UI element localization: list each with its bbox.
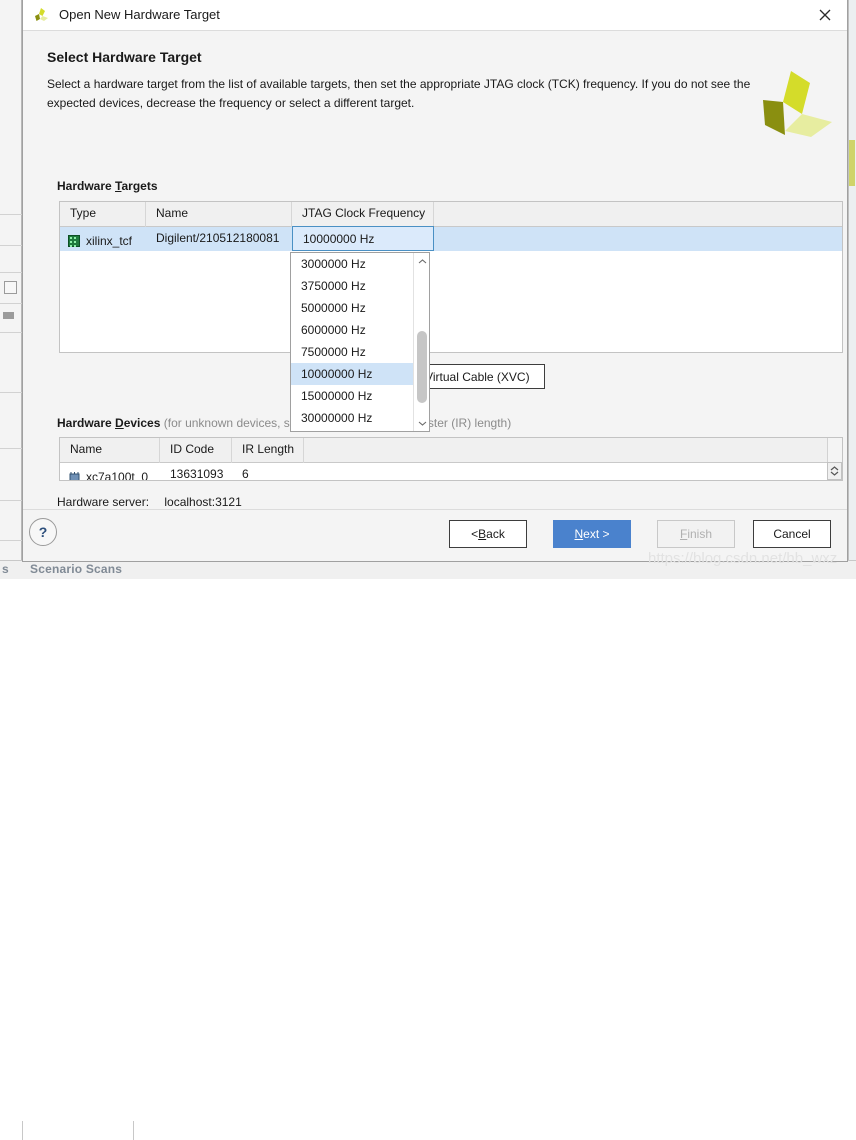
back-prefix: < (471, 527, 478, 541)
page-title: Select Hardware Target (47, 49, 202, 65)
close-icon[interactable] (803, 0, 847, 30)
devices-label-prefix: Hardware (57, 416, 115, 430)
background-icon-bar (3, 312, 14, 319)
scroll-down-icon[interactable] (414, 415, 430, 431)
dropdown-option-list: 3000000 Hz 3750000 Hz 5000000 Hz 6000000… (291, 253, 415, 429)
targets-col-filler (434, 202, 842, 227)
dropdown-option-selected[interactable]: 10000000 Hz (291, 363, 415, 385)
background-tab-bar (0, 560, 856, 579)
back-button[interactable]: < Back (449, 520, 527, 548)
help-button[interactable]: ? (29, 518, 57, 546)
hardware-server-label: Hardware server: (57, 495, 149, 509)
devices-col-name[interactable]: Name (60, 438, 160, 463)
target-type-cell[interactable]: xilinx_tcf (60, 227, 146, 251)
devices-label-accel: D (115, 416, 124, 430)
finish-suffix: inish (687, 527, 712, 541)
target-name-cell[interactable]: Digilent/210512180081 (146, 227, 292, 251)
hardware-targets-label: Hardware Targets (57, 179, 158, 193)
chevron-down-glyph (418, 421, 427, 426)
open-new-hardware-target-dialog: Open New Hardware Target Select Hardware… (22, 0, 848, 562)
fpga-chip-icon (68, 472, 81, 482)
devices-table-header: Name ID Code IR Length (60, 438, 842, 463)
background-icon-square (4, 281, 17, 294)
hardware-devices-label: Hardware Devices (for unknown devices, s… (57, 416, 511, 430)
back-suffix: ack (486, 527, 505, 541)
devices-table-scrollbar[interactable] (827, 438, 842, 480)
dropdown-option[interactable]: 30000000 Hz (291, 407, 415, 429)
target-type-text: xilinx_tcf (86, 234, 132, 248)
back-accel: B (478, 527, 486, 541)
cancel-button[interactable]: Cancel (753, 520, 831, 548)
targets-table-header: Type Name JTAG Clock Frequency (60, 202, 842, 227)
hardware-devices-table: Name ID Code IR Length xc7a100t_0 136310… (59, 437, 843, 481)
background-left-panel (0, 0, 22, 579)
background-accent-bar (849, 140, 855, 186)
hardware-targets-table: Type Name JTAG Clock Frequency xilinx_tc… (59, 201, 843, 353)
dropdown-option[interactable]: 6000000 Hz (291, 319, 415, 341)
close-glyph (818, 8, 832, 22)
dropdown-scrollbar-thumb[interactable] (417, 331, 427, 403)
dialog-title: Open New Hardware Target (59, 7, 220, 22)
finish-button: Finish (657, 520, 735, 548)
jtag-clock-frequency-dropdown[interactable]: 3000000 Hz 3750000 Hz 5000000 Hz 6000000… (290, 252, 430, 432)
dialog-body: Select Hardware Target Select a hardware… (23, 31, 847, 509)
devices-scroll-stepper[interactable] (827, 462, 842, 480)
devices-col-id-code[interactable]: ID Code (160, 438, 232, 463)
targets-col-type[interactable]: Type (60, 202, 146, 227)
dropdown-option[interactable]: 7500000 Hz (291, 341, 415, 363)
next-suffix: ext > (583, 527, 609, 541)
targets-col-freq[interactable]: JTAG Clock Frequency (292, 202, 434, 227)
dropdown-option[interactable]: 5000000 Hz (291, 297, 415, 319)
next-accel: N (574, 527, 583, 541)
dropdown-option[interactable]: 15000000 Hz (291, 385, 415, 407)
dialog-footer: ? < Back Next > Finish Cancel (23, 509, 847, 561)
background-tab-label: Scenario Scans (30, 562, 122, 576)
dropdown-scrollbar[interactable] (413, 253, 429, 431)
devices-col-ir-length[interactable]: IR Length (232, 438, 304, 463)
device-name-text: xc7a100t_0 (86, 470, 148, 481)
dialog-title-bar: Open New Hardware Target (23, 0, 847, 31)
vivado-logo-icon (33, 7, 51, 25)
targets-col-name[interactable]: Name (146, 202, 292, 227)
chevron-up-glyph (418, 259, 427, 264)
targets-label-suffix: argets (121, 179, 157, 193)
background-right-panel (848, 0, 856, 579)
page-description: Select a hardware target from the list o… (47, 75, 772, 113)
next-button[interactable]: Next > (553, 520, 631, 548)
background-tab-clip-text: s (2, 562, 9, 576)
xilinx-vivado-logo (758, 69, 836, 141)
chevron-down-icon (830, 471, 839, 476)
table-row[interactable]: xc7a100t_0 13631093 6 (60, 463, 842, 481)
targets-label-prefix: Hardware (57, 179, 115, 193)
jtag-clock-frequency-combobox[interactable]: 10000000 Hz (292, 226, 434, 251)
background-tab[interactable] (22, 1121, 134, 1140)
dropdown-option[interactable]: 3000000 Hz (291, 253, 415, 275)
table-row[interactable]: xilinx_tcf Digilent/210512180081 1000000… (60, 227, 842, 251)
jtag-cable-icon (68, 235, 80, 247)
finish-accel: F (680, 527, 687, 541)
dropdown-option[interactable]: 3750000 Hz (291, 275, 415, 297)
scroll-up-icon[interactable] (414, 253, 430, 269)
device-ir-length-cell[interactable]: 6 (232, 463, 304, 481)
devices-label-suffix: evices (124, 416, 161, 430)
device-name-cell[interactable]: xc7a100t_0 (60, 463, 160, 481)
hardware-server-row: Hardware server: localhost:3121 (57, 495, 242, 509)
hardware-server-value: localhost:3121 (164, 495, 241, 509)
devices-col-filler (304, 438, 842, 463)
device-id-code-cell[interactable]: 13631093 (160, 463, 232, 481)
